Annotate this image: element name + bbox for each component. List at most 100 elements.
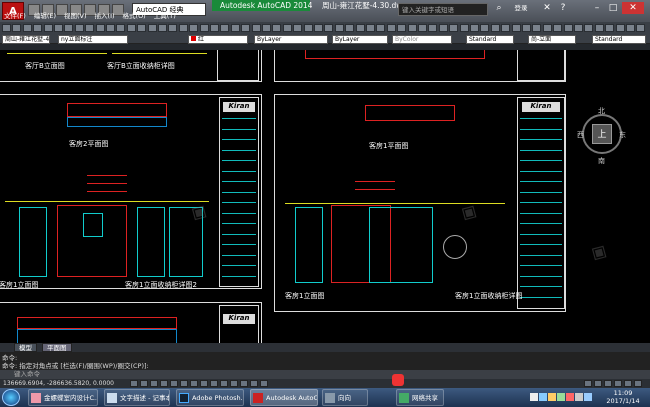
- taskbar-item[interactable]: 文字描述 - 记事本: [104, 389, 170, 406]
- toolbar-tool-icon[interactable]: [397, 24, 407, 32]
- linetype-combo[interactable]: ByLayer: [254, 35, 328, 44]
- drawing-canvas[interactable]: 客厅B立面图 客厅B立面收纳柜详图 Kiran 客房2平面图 客房1立面图 客房…: [0, 50, 650, 343]
- toolbar-tool-icon[interactable]: [449, 24, 459, 32]
- taskbar-item[interactable]: Autodesk AutoC...: [250, 389, 318, 406]
- toolbar-tool-icon[interactable]: [33, 24, 43, 32]
- status-tool-icon[interactable]: [584, 380, 592, 387]
- toolbar-tool-icon[interactable]: [85, 24, 95, 32]
- document-combo[interactable]: 周山-雍江花墅-4.30: [2, 35, 50, 44]
- status-toggle-icon[interactable]: [130, 380, 138, 387]
- toolbar-tool-icon[interactable]: [210, 24, 219, 32]
- toolbar-tool-icon[interactable]: [584, 24, 594, 32]
- toolbar-tool-icon[interactable]: [615, 24, 625, 32]
- toolbar-tool-icon[interactable]: [74, 24, 84, 32]
- status-tool-icon[interactable]: [614, 380, 622, 387]
- status-tool-icon[interactable]: [634, 380, 642, 387]
- toolbar-tool-icon[interactable]: [407, 24, 417, 32]
- toolbar-tool-icon[interactable]: [293, 24, 303, 32]
- menu-item[interactable]: 文件(F): [0, 11, 30, 22]
- toolbar-tool-icon[interactable]: [314, 24, 323, 32]
- status-toggle-icon[interactable]: [160, 380, 168, 387]
- toolbar-tool-icon[interactable]: [501, 24, 511, 32]
- toolbar-tool-icon[interactable]: [511, 24, 521, 32]
- toolbar-tool-icon[interactable]: [241, 24, 251, 32]
- viewcube-top-face[interactable]: 上: [592, 124, 612, 144]
- status-toggle-icon[interactable]: [240, 380, 248, 387]
- status-toggle-icon[interactable]: [230, 380, 238, 387]
- menu-item[interactable]: 工具(T): [150, 11, 180, 22]
- toolbar-tool-icon[interactable]: [626, 24, 635, 32]
- toolbar-tool-icon[interactable]: [345, 24, 355, 32]
- toolbar-tool-icon[interactable]: [522, 24, 531, 32]
- toolbar-tool-icon[interactable]: [137, 24, 147, 32]
- sign-in-button[interactable]: 登录: [506, 2, 536, 14]
- tray-icon[interactable]: [530, 393, 538, 401]
- toolbar-tool-icon[interactable]: [262, 24, 271, 32]
- viewcube[interactable]: 北 南 东 西 上: [577, 106, 627, 165]
- toolbar-tool-icon[interactable]: [116, 24, 126, 32]
- toolbar-tool-icon[interactable]: [199, 24, 209, 32]
- help-icon[interactable]: ?: [556, 2, 570, 14]
- toolbar-tool-icon[interactable]: [189, 24, 199, 32]
- command-input[interactable]: 键入命令: [0, 370, 650, 379]
- tab-model[interactable]: 模型: [14, 343, 37, 352]
- toolbar-tool-icon[interactable]: [480, 24, 490, 32]
- toolbar-tool-icon[interactable]: [355, 24, 365, 32]
- toolbar-tool-icon[interactable]: [230, 24, 240, 32]
- toolbar-tool-icon[interactable]: [282, 24, 292, 32]
- textstyle-combo[interactable]: Standard: [466, 35, 514, 44]
- taskbar-item[interactable]: 向向: [322, 389, 368, 406]
- status-toggle-icon[interactable]: [210, 380, 218, 387]
- input-method-icon[interactable]: [392, 374, 404, 386]
- toolbar-tool-icon[interactable]: [95, 24, 105, 32]
- status-toggle-icon[interactable]: [180, 380, 188, 387]
- tray-icon[interactable]: [557, 393, 565, 401]
- toolbar-tool-icon[interactable]: [574, 24, 583, 32]
- tray-icon[interactable]: [566, 393, 574, 401]
- status-toggle-icon[interactable]: [220, 380, 228, 387]
- status-toggle-icon[interactable]: [150, 380, 158, 387]
- menu-item[interactable]: 视图(V): [60, 11, 91, 22]
- menu-item[interactable]: 格式(O): [119, 11, 150, 22]
- status-toggle-icon[interactable]: [170, 380, 178, 387]
- west-label[interactable]: 西: [577, 130, 584, 140]
- clock[interactable]: 11:09 2017/1/14: [600, 389, 646, 405]
- tablestyle-combo[interactable]: Standard: [592, 35, 646, 44]
- toolbar-tool-icon[interactable]: [106, 24, 115, 32]
- tray-icon[interactable]: [548, 393, 556, 401]
- toolbar-tool-icon[interactable]: [470, 24, 479, 32]
- color-combo[interactable]: 红: [188, 35, 248, 44]
- tray-icon[interactable]: [584, 393, 592, 401]
- toolbar-tool-icon[interactable]: [594, 24, 604, 32]
- toolbar-tool-icon[interactable]: [376, 24, 386, 32]
- toolbar-tool-icon[interactable]: [54, 24, 63, 32]
- toolbar-tool-icon[interactable]: [147, 24, 157, 32]
- close-button[interactable]: ✕: [622, 2, 644, 14]
- toolbar-tool-icon[interactable]: [418, 24, 427, 32]
- tray-icon[interactable]: [575, 393, 583, 401]
- tray-icon[interactable]: [539, 393, 547, 401]
- search-input[interactable]: 键入关键字或短语: [398, 3, 488, 16]
- status-tool-icon[interactable]: [594, 380, 602, 387]
- toolbar-tool-icon[interactable]: [438, 24, 448, 32]
- toolbar-tool-icon[interactable]: [178, 24, 188, 32]
- status-toggle-icon[interactable]: [190, 380, 198, 387]
- toolbar-tool-icon[interactable]: [563, 24, 573, 32]
- binoculars-icon[interactable]: ⌕: [492, 2, 506, 14]
- status-toggle-icon[interactable]: [200, 380, 208, 387]
- toolbar-tool-icon[interactable]: [272, 24, 282, 32]
- taskbar-item[interactable]: 网络共享: [396, 389, 444, 406]
- status-toggle-icon[interactable]: [260, 380, 268, 387]
- east-label[interactable]: 东: [619, 130, 626, 140]
- toolbar-tool-icon[interactable]: [22, 24, 32, 32]
- status-toggle-icon[interactable]: [140, 380, 148, 387]
- toolbar-tool-icon[interactable]: [2, 24, 11, 32]
- menu-item[interactable]: 插入(I): [91, 11, 119, 22]
- toolbar-tool-icon[interactable]: [428, 24, 438, 32]
- toolbar-tool-icon[interactable]: [12, 24, 22, 32]
- toolbar-tool-icon[interactable]: [459, 24, 469, 32]
- toolbar-tool-icon[interactable]: [636, 24, 646, 32]
- toolbar-tool-icon[interactable]: [553, 24, 563, 32]
- toolbar-tool-icon[interactable]: [43, 24, 53, 32]
- toolbar-tool-icon[interactable]: [126, 24, 136, 32]
